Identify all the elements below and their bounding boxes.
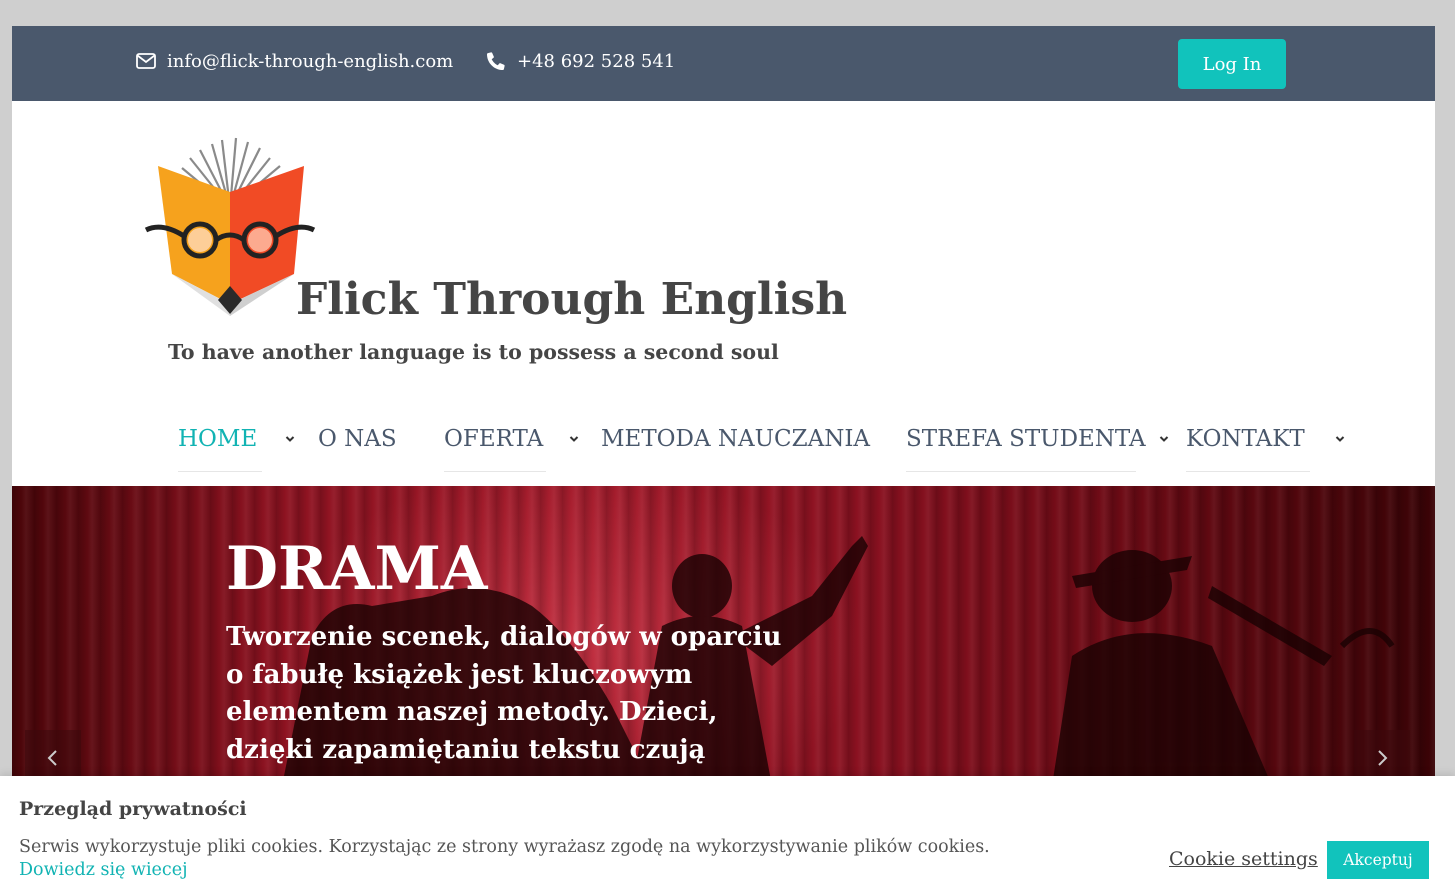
- hero-slider: DRAMA Tworzenie scenek, dialogów w oparc…: [12, 486, 1435, 786]
- hero-text: Tworzenie scenek, dialogów w oparciu o f…: [226, 622, 782, 765]
- nav-item-o-nas-label: O NAS: [318, 426, 397, 452]
- chevron-left-icon: [47, 750, 57, 766]
- chevron-down-icon: [1159, 435, 1169, 442]
- nav-item-home-label: HOME: [178, 425, 258, 452]
- nav-item-metoda-nauczania-label: METODA NAUCZANIA: [601, 426, 871, 452]
- cookie-text: Serwis wykorzystuje pliki cookies. Korzy…: [19, 837, 990, 857]
- nav-item-metoda-nauczania[interactable]: METODA NAUCZANIA: [601, 406, 870, 472]
- chevron-down-icon: [285, 435, 295, 442]
- nav-item-oferta-label: OFERTA: [444, 425, 544, 452]
- cookie-accept-button[interactable]: Akceptuj: [1327, 841, 1429, 879]
- email-link[interactable]: info@flick-through-english.com: [135, 50, 453, 72]
- nav-item-o-nas[interactable]: O NAS: [318, 406, 408, 472]
- envelope-icon: [135, 50, 157, 72]
- site-logo[interactable]: Flick Through English To have another la…: [142, 136, 847, 376]
- logo-title: Flick Through English: [296, 274, 848, 325]
- chevron-down-icon: [1335, 435, 1345, 442]
- phone-text: +48 692 528 541: [517, 50, 676, 72]
- nav-item-oferta[interactable]: OFERTA: [444, 406, 579, 472]
- main-navigation: HOME O NAS OFERTA METODA NAUCZANIA STREF…: [12, 406, 1435, 476]
- cookie-learn-more-link[interactable]: Dowiedz się wiecej: [19, 860, 188, 880]
- chevron-down-icon: [569, 435, 579, 442]
- phone-link[interactable]: +48 692 528 541: [485, 50, 675, 72]
- logo-tagline: To have another language is to possess a…: [168, 340, 779, 364]
- nav-item-kontakt-label: KONTAKT: [1186, 425, 1305, 452]
- nav-item-home[interactable]: HOME: [178, 406, 295, 472]
- nav-item-kontakt[interactable]: KONTAKT: [1186, 406, 1345, 472]
- cookie-banner: Przegląd prywatności Serwis wykorzystuje…: [0, 776, 1455, 896]
- nav-item-strefa-studenta[interactable]: STREFA STUDENTA: [906, 406, 1169, 472]
- cookie-settings-link[interactable]: Cookie settings: [1169, 848, 1318, 870]
- chevron-right-icon: [1378, 750, 1388, 766]
- phone-icon: [485, 50, 507, 72]
- email-text: info@flick-through-english.com: [167, 50, 454, 72]
- cookie-title: Przegląd prywatności: [19, 798, 247, 820]
- book-glasses-logo-icon: [144, 137, 316, 316]
- login-button[interactable]: Log In: [1178, 39, 1286, 89]
- nav-item-strefa-studenta-label: STREFA STUDENTA: [906, 425, 1146, 452]
- hero-title: DRAMA: [226, 534, 488, 604]
- page-frame: info@flick-through-english.com +48 692 5…: [12, 26, 1435, 896]
- top-bar: info@flick-through-english.com +48 692 5…: [12, 26, 1435, 101]
